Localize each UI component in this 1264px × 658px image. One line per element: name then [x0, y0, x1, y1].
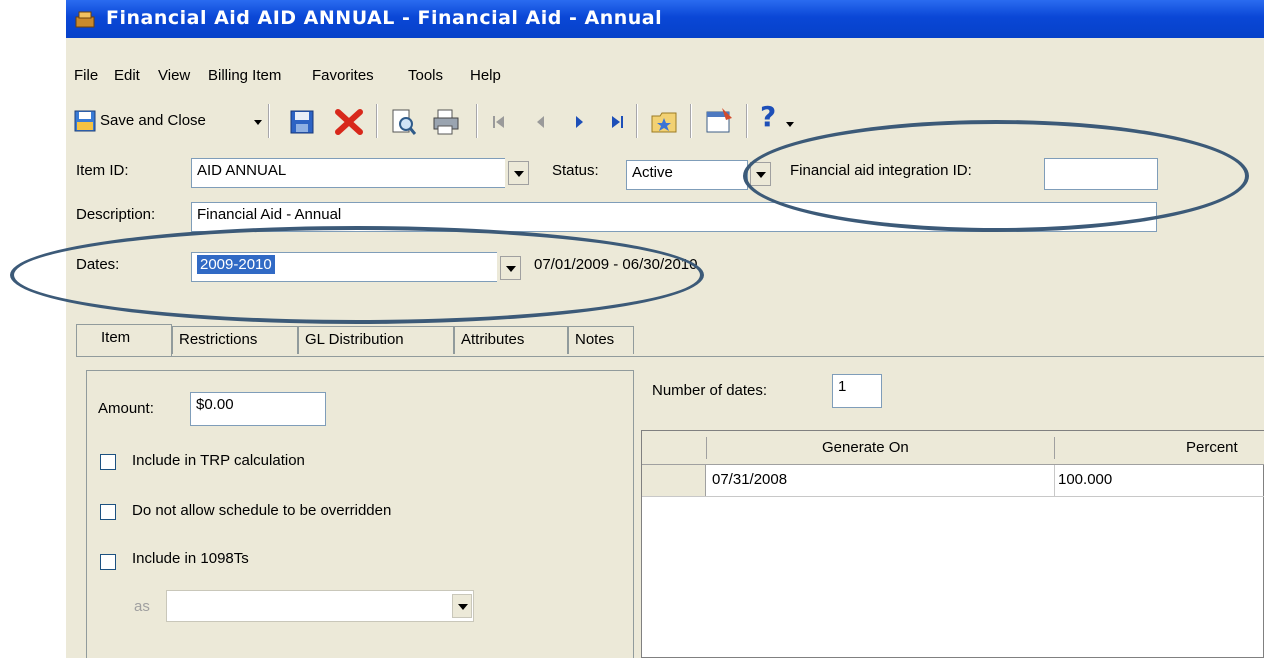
properties-icon[interactable]: [704, 106, 734, 136]
menu-view[interactable]: View: [158, 67, 190, 84]
menu-tools[interactable]: Tools: [408, 67, 443, 84]
number-of-dates-field[interactable]: 1: [832, 374, 882, 408]
item-id-label: Item ID:: [76, 162, 129, 179]
menu-bar: File Edit View Billing Item Favorites To…: [66, 64, 1264, 90]
tab-notes[interactable]: Notes: [568, 326, 634, 354]
include-trp-label: Include in TRP calculation: [132, 452, 305, 469]
no-override-label: Do not allow schedule to be overridden: [132, 502, 392, 519]
status-label: Status:: [552, 162, 599, 179]
annotation-ellipse-dates: [10, 226, 704, 324]
tab-item[interactable]: Item: [76, 324, 172, 356]
schedule-grid: Generate On Percent 07/31/2008 100.000: [641, 430, 1264, 658]
no-override-checkbox[interactable]: [100, 504, 116, 520]
help-icon[interactable]: ?: [760, 100, 776, 133]
table-row[interactable]: 07/31/2008 100.000: [642, 465, 1264, 497]
menu-favorites[interactable]: Favorites: [312, 67, 374, 84]
cell-percent[interactable]: 100.000: [1058, 471, 1112, 488]
amount-field[interactable]: $0.00: [190, 392, 326, 426]
tab-restrictions[interactable]: Restrictions: [172, 326, 298, 354]
annotation-ellipse-integration-id: [743, 120, 1249, 232]
column-generate-on[interactable]: Generate On: [822, 439, 909, 456]
save-and-close-label: Save and Close: [100, 112, 206, 129]
item-id-field[interactable]: AID ANNUAL: [191, 158, 505, 188]
include-1098t-checkbox[interactable]: [100, 554, 116, 570]
amount-label: Amount:: [98, 400, 154, 417]
app-icon: [75, 11, 95, 28]
last-record-icon[interactable]: [610, 114, 624, 130]
menu-billing-item[interactable]: Billing Item: [208, 67, 281, 84]
save-close-dropdown-icon[interactable]: [254, 120, 262, 125]
menu-file[interactable]: File: [74, 67, 98, 84]
row-selector[interactable]: [642, 465, 706, 496]
number-of-dates-label: Number of dates:: [652, 382, 768, 399]
print-preview-icon[interactable]: [390, 108, 416, 136]
grid-header: Generate On Percent: [642, 431, 1264, 465]
save-close-icon: [74, 110, 96, 132]
as-label: as: [134, 598, 150, 615]
include-trp-checkbox[interactable]: [100, 454, 116, 470]
tab-gl-distribution[interactable]: GL Distribution: [298, 326, 454, 354]
print-icon[interactable]: [432, 108, 460, 136]
as-select[interactable]: [166, 590, 474, 622]
include-1098t-label: Include in 1098Ts: [132, 550, 249, 567]
column-percent[interactable]: Percent: [1186, 439, 1238, 456]
as-dropdown-button[interactable]: [452, 594, 472, 618]
tab-attributes[interactable]: Attributes: [454, 326, 568, 354]
menu-edit[interactable]: Edit: [114, 67, 140, 84]
cell-generate-on[interactable]: 07/31/2008: [712, 471, 787, 488]
item-id-dropdown-button[interactable]: [508, 161, 529, 185]
favorites-folder-icon[interactable]: [650, 108, 678, 136]
financial-aid-window: Financial Aid AID ANNUAL - Financial Aid…: [66, 0, 1264, 658]
previous-record-icon[interactable]: [534, 114, 546, 130]
status-field[interactable]: Active: [626, 160, 748, 190]
description-label: Description:: [76, 206, 156, 223]
first-record-icon[interactable]: [492, 114, 506, 130]
next-record-icon[interactable]: [574, 114, 586, 130]
menu-help[interactable]: Help: [470, 67, 501, 84]
window-title: Financial Aid AID ANNUAL - Financial Aid…: [106, 7, 663, 29]
delete-icon[interactable]: [334, 108, 364, 136]
title-bar: Financial Aid AID ANNUAL - Financial Aid…: [66, 0, 1264, 38]
help-dropdown-icon[interactable]: [786, 122, 794, 127]
save-icon[interactable]: [290, 110, 314, 134]
